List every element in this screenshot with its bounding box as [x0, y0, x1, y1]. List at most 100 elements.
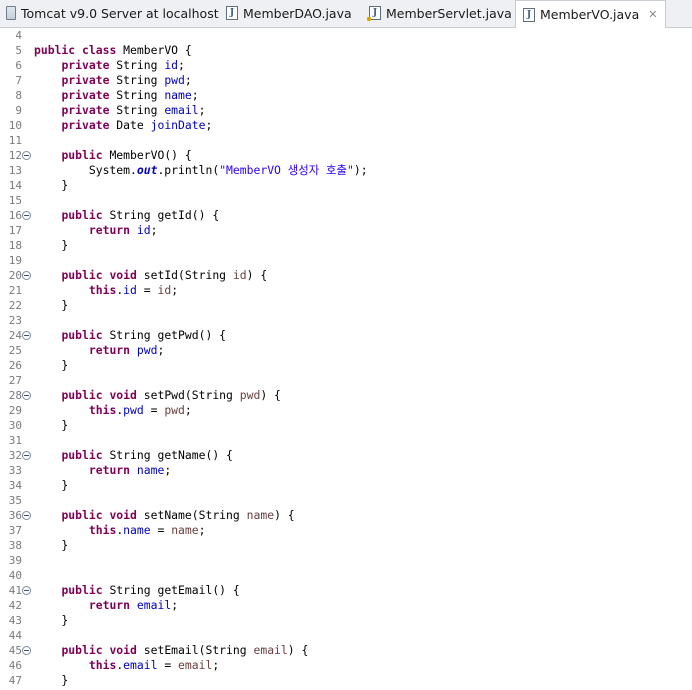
keyword: public	[34, 43, 76, 57]
code-line[interactable]: 35	[0, 493, 692, 508]
code-text: }	[34, 613, 69, 627]
line-number: 10	[8, 119, 22, 132]
code-line[interactable]: 7 private String pwd;	[0, 73, 692, 88]
code-line[interactable]: 27	[0, 373, 692, 388]
code-line[interactable]: 6 private String id;	[0, 58, 692, 73]
code-line[interactable]: 41 public String getEmail() {	[0, 583, 692, 598]
code-line[interactable]: 36 public void setName(String name) {	[0, 508, 692, 523]
code-line[interactable]: 39	[0, 553, 692, 568]
line-number: 42	[8, 599, 22, 612]
line-number: 13	[8, 164, 22, 177]
code-line[interactable]: 34 }	[0, 478, 692, 493]
field-ref: id	[164, 58, 179, 72]
code-line[interactable]: 22 }	[0, 298, 692, 313]
code-text: ;	[184, 403, 192, 417]
code-line[interactable]: 4	[0, 28, 692, 43]
code-line[interactable]: 13 System.out.println("MemberVO 생성자 호출")…	[0, 163, 692, 178]
code-line[interactable]: 47 }	[0, 673, 692, 688]
keyword: this	[88, 283, 117, 297]
code-content: System.out.println("MemberVO 생성자 호출");	[34, 163, 368, 178]
tab-label: Tomcat v9.0 Server at localhost	[21, 5, 219, 21]
keyword: public	[61, 643, 103, 657]
tab-membervo[interactable]: J MemberVO.java ✕	[515, 0, 667, 28]
collapse-fold-icon[interactable]	[22, 646, 31, 655]
code-line[interactable]: 31	[0, 433, 692, 448]
code-editor[interactable]: 4 5 public class MemberVO {6 private Strin…	[0, 28, 692, 690]
code-text: }	[34, 178, 69, 192]
code-content: public void setId(String id) {	[34, 268, 267, 283]
code-line[interactable]: 21 this.id = id;	[0, 283, 692, 298]
collapse-fold-icon[interactable]	[22, 211, 31, 220]
code-line[interactable]: 38 }	[0, 538, 692, 553]
field-ref: id	[136, 223, 151, 237]
code-line[interactable]: 10 private Date joinDate;	[0, 118, 692, 133]
code-line[interactable]: 5 public class MemberVO {	[0, 43, 692, 58]
code-line[interactable]: 46 this.email = email;	[0, 658, 692, 673]
collapse-fold-icon[interactable]	[22, 586, 31, 595]
code-line[interactable]: 29 this.pwd = pwd;	[0, 403, 692, 418]
close-tab-icon[interactable]: ✕	[648, 8, 657, 21]
code-line[interactable]: 40	[0, 568, 692, 583]
code-line[interactable]: 30 }	[0, 418, 692, 433]
code-line[interactable]: 18 }	[0, 238, 692, 253]
line-number: 5	[15, 44, 22, 57]
code-line[interactable]: 15	[0, 193, 692, 208]
keyword: this	[88, 658, 117, 672]
code-line[interactable]: 12 public MemberVO() {	[0, 148, 692, 163]
line-number: 32	[8, 449, 22, 462]
code-line[interactable]: 16 public String getId() {	[0, 208, 692, 223]
code-line[interactable]: 33 return name;	[0, 463, 692, 478]
code-text: }	[34, 298, 69, 312]
code-line[interactable]: 28 public void setPwd(String pwd) {	[0, 388, 692, 403]
code-line[interactable]: 9 private String email;	[0, 103, 692, 118]
editor-tab-bar: Tomcat v9.0 Server at localhost J Member…	[0, 0, 692, 28]
code-line[interactable]: 26 }	[0, 358, 692, 373]
code-line[interactable]: 24 public String getPwd() {	[0, 328, 692, 343]
code-line[interactable]: 23	[0, 313, 692, 328]
code-content: }	[34, 673, 68, 688]
code-line[interactable]: 19	[0, 253, 692, 268]
collapse-fold-icon[interactable]	[22, 151, 31, 160]
collapse-fold-icon[interactable]	[22, 271, 31, 280]
code-content: return name;	[34, 463, 171, 478]
code-content: }	[34, 478, 68, 493]
collapse-fold-icon[interactable]	[22, 331, 31, 340]
code-line[interactable]: 45 public void setEmail(String email) {	[0, 643, 692, 658]
code-line[interactable]: 14 }	[0, 178, 692, 193]
code-text: ) {	[287, 643, 309, 657]
parameter-ref: email	[178, 658, 213, 672]
code-text: setName(String	[136, 508, 247, 522]
code-line[interactable]: 44	[0, 628, 692, 643]
parameter-ref: pwd	[239, 388, 261, 402]
code-line[interactable]: 17 return id;	[0, 223, 692, 238]
keyword: public	[61, 148, 103, 162]
collapse-fold-icon[interactable]	[22, 511, 31, 520]
code-line[interactable]: 43 }	[0, 613, 692, 628]
code-line[interactable]: 37 this.name = name;	[0, 523, 692, 538]
field-ref: name	[123, 523, 151, 537]
field-ref: id	[123, 283, 137, 297]
java-file-icon: J	[523, 7, 535, 22]
line-number: 14	[8, 179, 22, 192]
line-number: 23	[8, 314, 22, 327]
code-line[interactable]: 25 return pwd;	[0, 343, 692, 358]
tab-memberdao[interactable]: J MemberDAO.java	[220, 0, 358, 26]
code-text: String	[109, 88, 165, 102]
collapse-fold-icon[interactable]	[22, 451, 31, 460]
code-content: public void setPwd(String pwd) {	[34, 388, 280, 403]
code-line[interactable]: 32 public String getName() {	[0, 448, 692, 463]
keyword: class	[82, 43, 117, 57]
code-line[interactable]: 42 return email;	[0, 598, 692, 613]
code-line[interactable]: 8 private String name;	[0, 88, 692, 103]
line-number: 16	[8, 209, 22, 222]
line-number: 27	[8, 374, 22, 387]
tab-tomcat-server[interactable]: Tomcat v9.0 Server at localhost	[2, 0, 225, 26]
tab-memberservlet[interactable]: J MemberServlet.java	[363, 0, 518, 26]
collapse-fold-icon[interactable]	[22, 391, 31, 400]
code-line[interactable]: 20 public void setId(String id) {	[0, 268, 692, 283]
code-line[interactable]: 11	[0, 133, 692, 148]
line-number: 47	[8, 674, 22, 687]
